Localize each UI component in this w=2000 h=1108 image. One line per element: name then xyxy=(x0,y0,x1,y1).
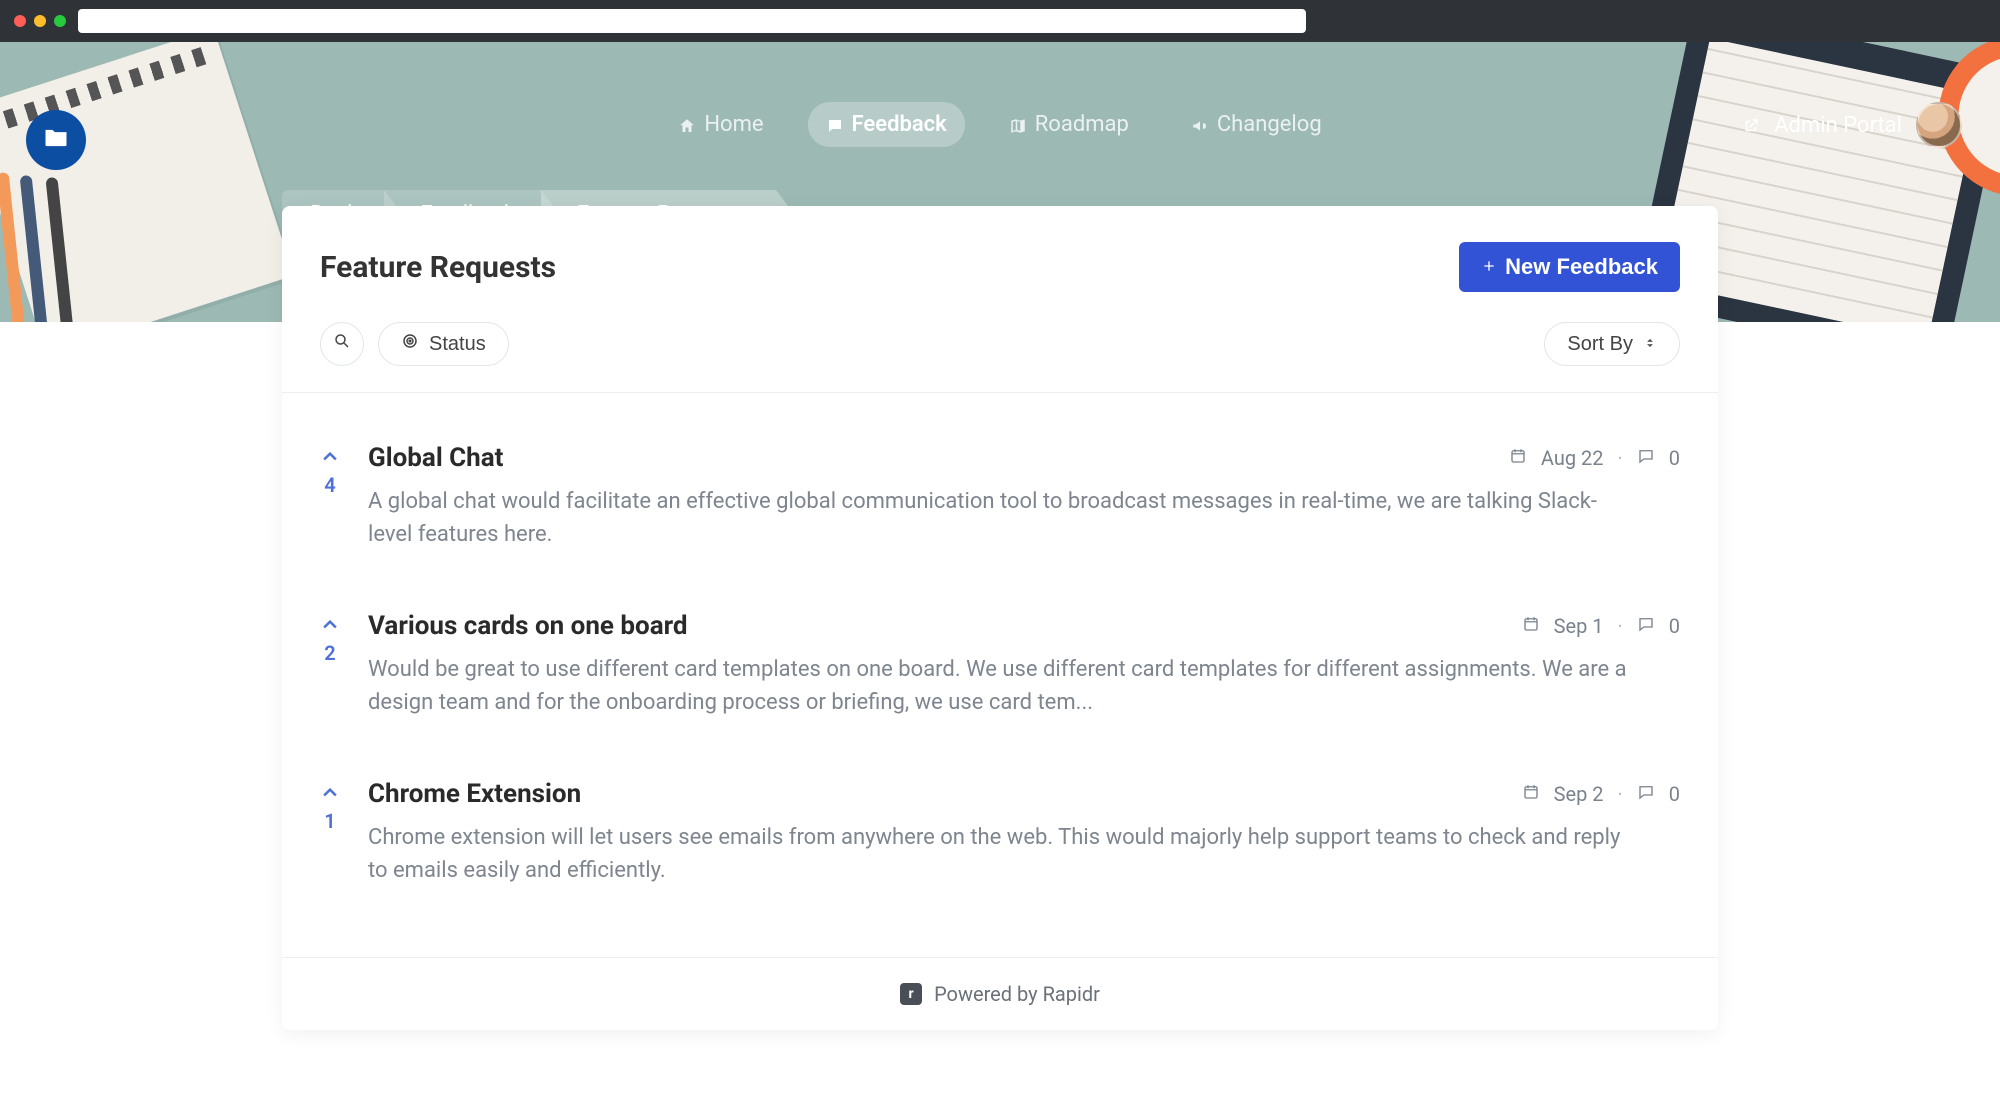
new-feedback-button[interactable]: New Feedback xyxy=(1459,242,1680,292)
minimize-window-icon[interactable] xyxy=(34,15,46,27)
avatar[interactable] xyxy=(1916,102,1962,148)
maximize-window-icon[interactable] xyxy=(54,15,66,27)
calendar-icon xyxy=(1509,446,1527,470)
nav-home-label: Home xyxy=(704,112,763,137)
search-icon xyxy=(333,332,351,356)
item-title: Global Chat xyxy=(368,443,503,473)
admin-area: Admin Portal xyxy=(1742,102,1962,148)
list-item[interactable]: 4 Global Chat Aug 22 · 0 A global chat w… xyxy=(310,413,1680,581)
item-title: Chrome Extension xyxy=(368,779,581,809)
external-link-icon xyxy=(1742,116,1760,134)
powered-by-label[interactable]: Powered by Rapidr xyxy=(934,982,1100,1006)
sort-icon xyxy=(1643,333,1657,356)
nav-home[interactable]: Home xyxy=(660,102,781,147)
card-header: Feature Requests New Feedback xyxy=(282,206,1718,322)
search-button[interactable] xyxy=(320,322,364,366)
nav-feedback[interactable]: Feedback xyxy=(808,102,965,147)
vote-count: 2 xyxy=(324,641,335,665)
home-icon xyxy=(678,116,696,134)
item-comments: 0 xyxy=(1669,446,1680,470)
item-title: Various cards on one board xyxy=(368,611,688,641)
calendar-icon xyxy=(1522,782,1540,806)
item-description: A global chat would facilitate an effect… xyxy=(368,485,1628,551)
upvote-button[interactable]: 1 xyxy=(310,779,350,887)
nav-roadmap[interactable]: Roadmap xyxy=(991,102,1147,147)
calendar-icon xyxy=(1522,614,1540,638)
page-title: Feature Requests xyxy=(320,250,556,285)
upvote-button[interactable]: 2 xyxy=(310,611,350,719)
chevron-up-icon xyxy=(320,615,340,639)
item-date: Sep 2 xyxy=(1554,782,1604,806)
feedback-icon xyxy=(826,116,844,134)
new-feedback-label: New Feedback xyxy=(1505,254,1658,280)
item-comments: 0 xyxy=(1669,782,1680,806)
list-item[interactable]: 1 Chrome Extension Sep 2 · 0 Chrome exte… xyxy=(310,749,1680,917)
vote-count: 4 xyxy=(324,473,335,497)
item-comments: 0 xyxy=(1669,614,1680,638)
chevron-up-icon xyxy=(320,783,340,807)
megaphone-icon xyxy=(1191,116,1209,134)
rapidr-logo-icon: r xyxy=(900,983,922,1005)
status-filter-label: Status xyxy=(429,333,486,356)
nav-changelog[interactable]: Changelog xyxy=(1173,102,1340,147)
upvote-button[interactable]: 4 xyxy=(310,443,350,551)
sort-by-label: Sort By xyxy=(1567,333,1633,356)
comment-icon xyxy=(1637,614,1655,638)
item-description: Chrome extension will let users see emai… xyxy=(368,821,1628,887)
comment-icon xyxy=(1637,782,1655,806)
map-icon xyxy=(1009,116,1027,134)
item-date: Sep 1 xyxy=(1554,614,1604,638)
list-item[interactable]: 2 Various cards on one board Sep 1 · 0 W… xyxy=(310,581,1680,749)
chevron-up-icon xyxy=(320,447,340,471)
vote-count: 1 xyxy=(324,809,335,833)
window-controls xyxy=(14,15,66,27)
main-card: Feature Requests New Feedback Status Sor… xyxy=(282,206,1718,1030)
comment-icon xyxy=(1637,446,1655,470)
url-bar[interactable] xyxy=(78,9,1306,33)
feedback-list: 4 Global Chat Aug 22 · 0 A global chat w… xyxy=(282,393,1718,957)
nav-feedback-label: Feedback xyxy=(852,112,947,137)
plus-icon xyxy=(1481,254,1497,280)
browser-chrome xyxy=(0,0,2000,42)
filter-row: Status Sort By xyxy=(282,322,1718,393)
status-filter[interactable]: Status xyxy=(378,322,509,366)
item-meta: Aug 22 · 0 xyxy=(1509,446,1680,470)
top-nav: Home Feedback Roadmap Changelog xyxy=(0,102,2000,147)
sort-by-button[interactable]: Sort By xyxy=(1544,322,1680,366)
item-meta: Sep 2 · 0 xyxy=(1522,782,1680,806)
admin-portal-link[interactable]: Admin Portal xyxy=(1774,113,1902,138)
card-footer: r Powered by Rapidr xyxy=(282,957,1718,1030)
item-date: Aug 22 xyxy=(1541,446,1604,470)
nav-roadmap-label: Roadmap xyxy=(1035,112,1129,137)
nav-changelog-label: Changelog xyxy=(1217,112,1322,137)
target-icon xyxy=(401,332,419,356)
close-window-icon[interactable] xyxy=(14,15,26,27)
item-meta: Sep 1 · 0 xyxy=(1522,614,1680,638)
item-description: Would be great to use different card tem… xyxy=(368,653,1628,719)
